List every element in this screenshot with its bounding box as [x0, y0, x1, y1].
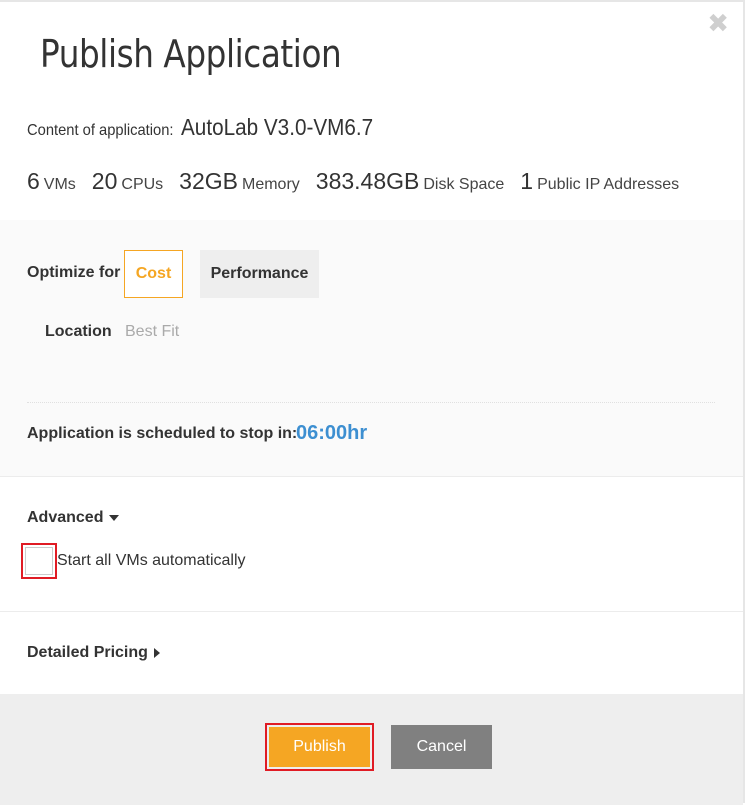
caret-down-icon [109, 515, 120, 521]
cancel-button[interactable]: Cancel [391, 725, 492, 769]
close-icon[interactable]: ✖ [707, 10, 729, 36]
publish-button[interactable]: Publish [269, 727, 370, 767]
optimize-performance-button[interactable]: Performance [200, 250, 319, 298]
advanced-label: Advanced [27, 509, 104, 526]
detailed-pricing-toggle[interactable]: Detailed Pricing [27, 644, 160, 662]
start-all-vms-checkbox[interactable] [25, 547, 53, 575]
dialog-title: Publish Application [40, 32, 342, 76]
stat-unit: Disk Space [423, 176, 505, 193]
stat-cpus: 20 CPUs [92, 168, 163, 195]
advanced-toggle[interactable]: Advanced [27, 509, 120, 527]
location-label: Location [45, 323, 112, 340]
content-label: Content of application: [27, 122, 174, 139]
stat-value: 1 [520, 168, 534, 194]
divider [27, 402, 715, 403]
stat-unit: Memory [242, 176, 300, 193]
optimize-label: Optimize for [27, 264, 121, 281]
stat-value: 32GB [179, 168, 238, 194]
stat-vms: 6 VMs [27, 168, 76, 195]
stat-value: 6 [27, 168, 40, 194]
caret-right-icon [153, 648, 160, 658]
stat-public-ip: 1 Public IP Addresses [520, 168, 679, 195]
location-value[interactable]: Best Fit [125, 323, 179, 341]
detailed-pricing-label: Detailed Pricing [27, 644, 148, 661]
resource-stats: 6 VMs 20 CPUs 32GB Memory 383.48GB Disk … [27, 168, 695, 195]
stat-unit: VMs [43, 176, 76, 193]
stat-unit: CPUs [121, 176, 164, 193]
publish-application-dialog: ✖ Publish Application Content of applica… [0, 0, 745, 805]
divider [0, 611, 743, 612]
optimize-cost-button[interactable]: Cost [124, 250, 183, 298]
stat-value: 20 [91, 168, 118, 194]
start-all-vms-checkbox-highlight [21, 543, 57, 579]
start-all-vms-label[interactable]: Start all VMs automatically [57, 552, 246, 570]
stat-value: 383.48GB [315, 168, 420, 194]
stat-memory: 32GB Memory [179, 168, 300, 195]
application-content: Content of application: AutoLab V3.0-VM6… [27, 114, 394, 141]
schedule-label: Application is scheduled to stop in: [27, 425, 298, 442]
application-name: AutoLab V3.0-VM6.7 [180, 114, 373, 140]
stat-disk-space: 383.48GB Disk Space [316, 168, 505, 195]
stat-unit: Public IP Addresses [537, 176, 680, 193]
publish-button-highlight: Publish [265, 723, 374, 771]
schedule-time[interactable]: 06:00hr [296, 422, 367, 445]
